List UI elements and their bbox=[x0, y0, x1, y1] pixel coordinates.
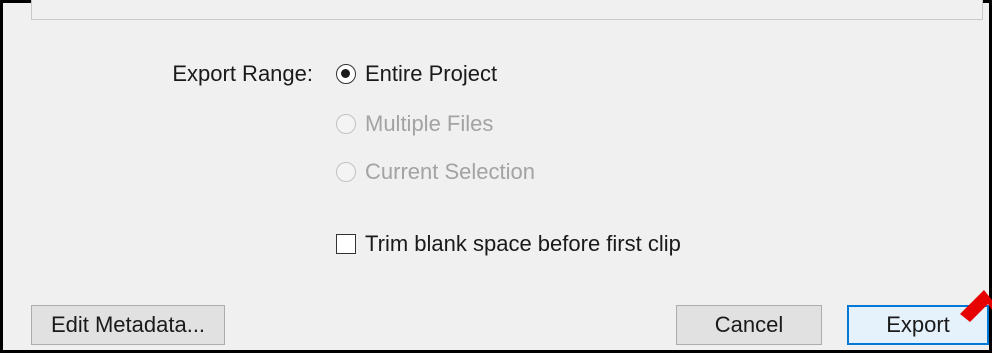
checkbox-box[interactable] bbox=[336, 234, 356, 254]
cancel-button[interactable]: Cancel bbox=[676, 305, 822, 345]
radio-label-entire-project: Entire Project bbox=[365, 61, 498, 86]
export-range-label: Export Range: bbox=[172, 61, 313, 86]
trim-blank-space-checkbox[interactable]: Trim blank space before first clip bbox=[336, 231, 681, 257]
radio-button-disabled[interactable] bbox=[336, 162, 356, 182]
radio-entire-project[interactable]: Entire Project bbox=[336, 61, 497, 87]
radio-current-selection[interactable]: Current Selection bbox=[336, 159, 535, 185]
export-dialog: Export Range: Entire Project Multiple Fi… bbox=[0, 0, 992, 353]
radio-button-checked[interactable] bbox=[336, 64, 356, 84]
upper-panel bbox=[31, 0, 983, 20]
radio-label-multiple-files: Multiple Files bbox=[365, 111, 494, 136]
edit-metadata-button[interactable]: Edit Metadata... bbox=[31, 305, 225, 345]
radio-label-current-selection: Current Selection bbox=[365, 159, 535, 184]
radio-button-disabled[interactable] bbox=[336, 114, 356, 134]
radio-multiple-files[interactable]: Multiple Files bbox=[336, 111, 493, 137]
trim-blank-space-label: Trim blank space before first clip bbox=[365, 231, 681, 256]
red-arrow-icon bbox=[960, 290, 992, 322]
